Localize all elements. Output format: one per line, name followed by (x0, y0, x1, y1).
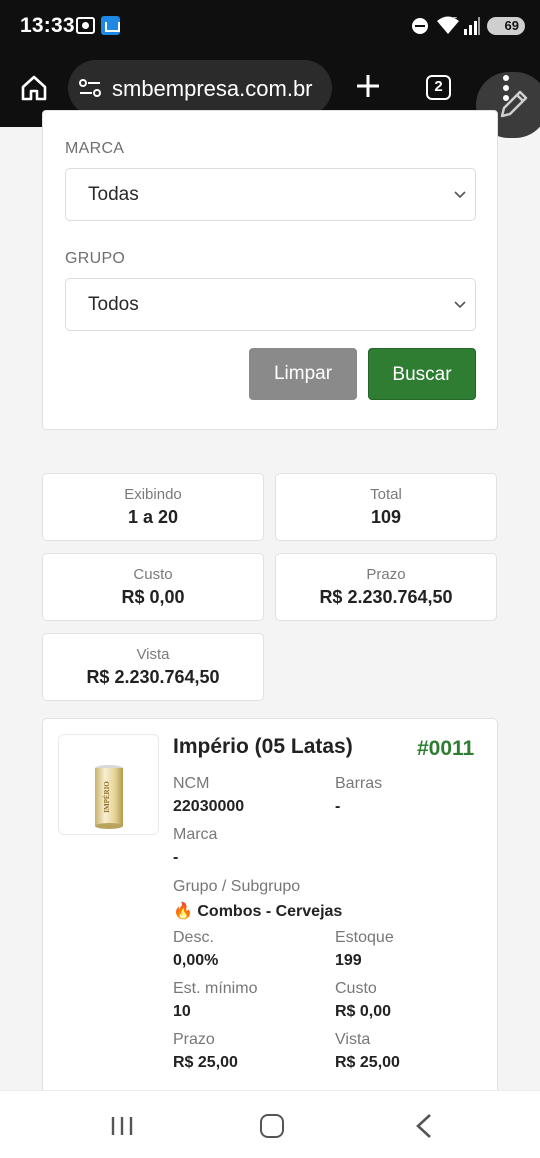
grupo-select-value: Todos (88, 294, 139, 315)
recent-apps-icon[interactable] (110, 1115, 134, 1137)
svg-text:5: 5 (453, 16, 458, 25)
tabs-icon[interactable]: 2 (426, 75, 451, 100)
signal-icon (464, 17, 480, 35)
clear-button[interactable]: Limpar (249, 348, 357, 400)
estoque-label: Estoque (335, 929, 394, 946)
marca-field-value: - (173, 849, 179, 866)
product-image[interactable]: IMPÉRIO (58, 734, 159, 835)
est-minimo-label: Est. mínimo (173, 980, 258, 997)
plus-icon[interactable] (354, 72, 382, 100)
grupo-field-value: 🔥 Combos - Cervejas (173, 901, 342, 921)
fire-icon: 🔥 (173, 903, 193, 920)
stat-value: R$ 0,00 (121, 587, 185, 607)
stat-label: Prazo (366, 566, 406, 583)
stat-exibindo: Exibindo 1 a 20 (42, 473, 264, 541)
stat-prazo: Prazo R$ 2.230.764,50 (275, 553, 497, 621)
system-nav-bar (0, 1090, 540, 1158)
screenshot-icon (76, 17, 95, 34)
desc-label: Desc. (173, 929, 214, 946)
home-icon[interactable] (20, 74, 48, 102)
stat-total: Total 109 (275, 473, 497, 541)
do-not-disturb-icon (412, 18, 428, 34)
vista-field-label: Vista (335, 1031, 371, 1048)
custo-field-label: Custo (335, 980, 377, 997)
home-nav-icon[interactable] (260, 1114, 284, 1138)
gallery-icon (101, 16, 120, 35)
stat-vista: Vista R$ 2.230.764,50 (42, 633, 264, 701)
search-button[interactable]: Buscar (368, 348, 476, 400)
stat-custo: Custo R$ 0,00 (42, 553, 264, 621)
marca-label: MARCA (65, 140, 125, 157)
tab-count: 2 (434, 78, 443, 95)
custo-field-value: R$ 0,00 (335, 1003, 392, 1020)
site-settings-icon[interactable] (78, 78, 102, 98)
prazo-field-label: Prazo (173, 1031, 215, 1048)
grupo-select[interactable]: Todos (65, 278, 476, 331)
stat-label: Vista (136, 646, 170, 663)
grupo-label: GRUPO (65, 250, 126, 267)
stat-label: Custo (133, 566, 173, 583)
filter-card: MARCA Todas GRUPO Todos Limpar Buscar (42, 110, 498, 430)
stat-value: R$ 2.230.764,50 (319, 587, 453, 607)
url-text[interactable]: smbempresa.com.br (112, 76, 322, 102)
vista-field-value: R$ 25,00 (335, 1054, 400, 1071)
stat-value: 109 (370, 507, 402, 527)
marca-field-label: Marca (173, 826, 218, 843)
est-minimo-value: 10 (173, 1003, 191, 1020)
svg-text:IMPÉRIO: IMPÉRIO (103, 781, 111, 813)
battery-icon: 69 (487, 17, 525, 35)
ncm-label: NCM (173, 775, 210, 792)
estoque-value: 199 (335, 952, 362, 969)
chevron-down-icon (454, 301, 466, 309)
grupo-field-text: Combos - Cervejas (197, 903, 343, 920)
marca-select[interactable]: Todas (65, 168, 476, 221)
stat-value: R$ 2.230.764,50 (86, 667, 220, 687)
grupo-field-label: Grupo / Subgrupo (173, 878, 301, 895)
pencil-icon[interactable] (492, 84, 532, 124)
wifi-icon: 5 (437, 16, 459, 34)
product-code: #0011 (417, 737, 475, 760)
address-bar[interactable]: smbempresa.com.br (68, 60, 332, 116)
prazo-field-value: R$ 25,00 (173, 1054, 238, 1071)
stat-label: Total (370, 486, 402, 503)
beer-can-icon: IMPÉRIO (95, 765, 123, 829)
status-time: 13:33 (20, 14, 75, 37)
marca-select-value: Todas (88, 184, 139, 205)
stat-label: Exibindo (124, 486, 182, 503)
status-bar: 13:33 5 69 (0, 0, 540, 52)
ncm-value: 22030000 (173, 798, 245, 815)
desc-value: 0,00% (173, 952, 219, 969)
barras-value: - (335, 798, 341, 815)
product-title[interactable]: Império (05 Latas) (173, 735, 353, 759)
stat-value: 1 a 20 (127, 507, 179, 527)
product-card[interactable]: IMPÉRIO Império (05 Latas) #0011 NCM 220… (42, 718, 498, 1118)
back-icon[interactable] (412, 1113, 436, 1139)
barras-label: Barras (335, 775, 383, 792)
chevron-down-icon (454, 191, 466, 199)
